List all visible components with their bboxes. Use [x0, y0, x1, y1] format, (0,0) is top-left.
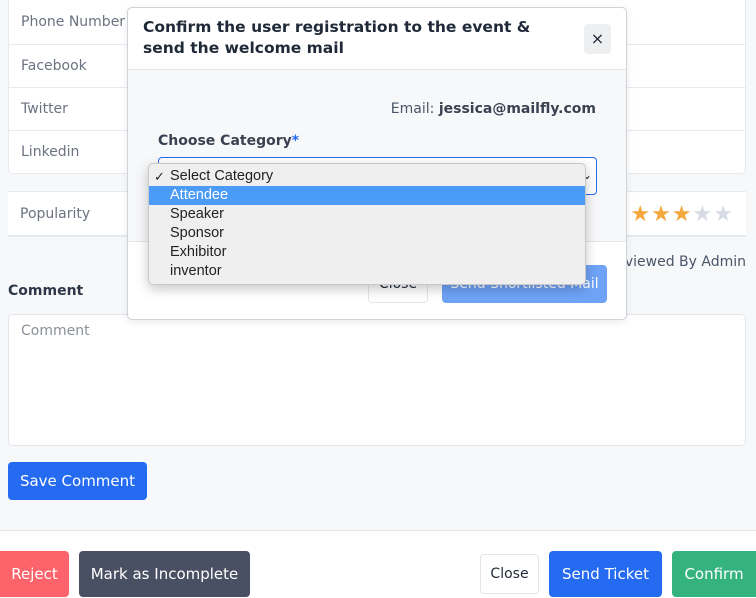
- category-label: Choose Category*: [158, 133, 299, 149]
- close-button[interactable]: Close: [480, 554, 539, 594]
- dropdown-option-select-category[interactable]: ✓ Select Category: [149, 167, 585, 186]
- comment-label: Comment: [8, 283, 84, 299]
- option-label: Sponsor: [170, 225, 225, 241]
- email-value: jessica@mailfly.com: [438, 101, 596, 117]
- option-label: Select Category: [170, 168, 274, 184]
- dropdown-option-inventor[interactable]: inventor: [149, 262, 585, 281]
- email-label: Email:: [390, 101, 435, 117]
- modal-header: Confirm the user registration to the eve…: [128, 8, 626, 70]
- option-label: inventor: [170, 263, 222, 279]
- twitter-label: Twitter: [21, 101, 68, 117]
- star-icon-filled: ★: [630, 202, 652, 227]
- mark-incomplete-button[interactable]: Mark as Incomplete: [79, 551, 250, 597]
- phone-label: Phone Number: [21, 14, 126, 30]
- confirm-button[interactable]: Confirm: [672, 551, 756, 597]
- dropdown-option-speaker[interactable]: Speaker: [149, 205, 585, 224]
- option-label: Speaker: [170, 206, 225, 222]
- dropdown-option-exhibitor[interactable]: Exhibitor: [149, 243, 585, 262]
- star-rating: ★★★★★: [630, 202, 734, 227]
- reviewed-by-text: Reviewed By Admin: [607, 254, 746, 270]
- category-label-text: Choose Category: [158, 133, 292, 149]
- action-footer: Reject Mark as Incomplete Close Send Tic…: [0, 530, 756, 598]
- modal-title: Confirm the user registration to the eve…: [143, 18, 531, 57]
- star-icon-filled: ★: [651, 202, 672, 227]
- save-comment-button[interactable]: Save Comment: [8, 462, 147, 500]
- option-label: Attendee: [170, 187, 229, 203]
- linkedin-label: Linkedin: [21, 144, 80, 160]
- category-dropdown-menu: ✓ Select Category Attendee Speaker Spons…: [148, 163, 586, 285]
- email-line: Email: jessica@mailfly.com: [391, 101, 596, 117]
- star-icon-empty: ★: [713, 202, 734, 227]
- option-label: Exhibitor: [170, 244, 227, 260]
- star-icon-filled: ★: [671, 202, 693, 227]
- popularity-label: Popularity: [20, 206, 91, 222]
- comment-input[interactable]: [8, 314, 746, 446]
- star-icon-empty: ★: [692, 202, 714, 227]
- required-marker: *: [291, 133, 300, 149]
- facebook-label: Facebook: [21, 58, 87, 74]
- modal-close-button[interactable]: ×: [584, 24, 611, 54]
- reject-button[interactable]: Reject: [0, 551, 69, 597]
- close-icon: ×: [590, 29, 605, 48]
- check-icon: ✓: [154, 169, 165, 184]
- send-ticket-button[interactable]: Send Ticket: [549, 551, 662, 597]
- dropdown-option-attendee[interactable]: Attendee: [149, 186, 585, 205]
- dropdown-option-sponsor[interactable]: Sponsor: [149, 224, 585, 243]
